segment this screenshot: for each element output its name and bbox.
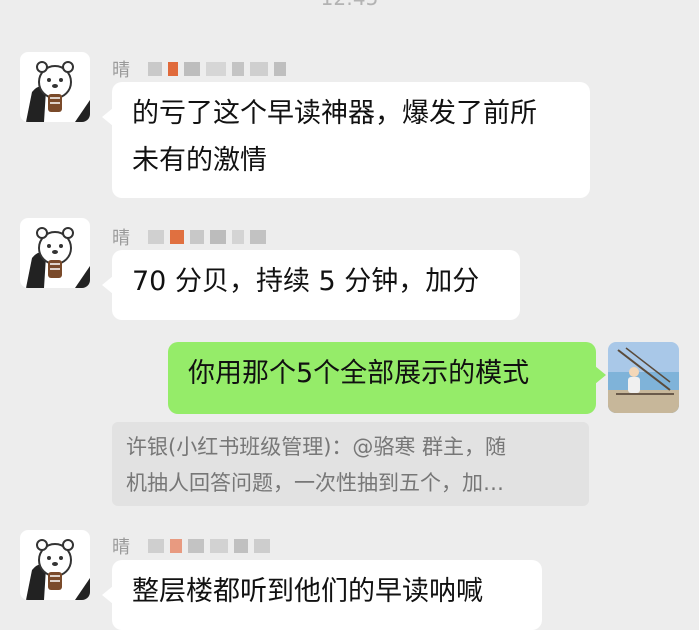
message-text-line: 未有的激情 — [132, 145, 267, 176]
message-text: 你用那个5个全部展示的模式 — [188, 358, 530, 389]
bear-avatar-icon[interactable] — [20, 52, 90, 122]
blur-block — [210, 230, 226, 244]
message-text: 整层楼都听到他们的早读呐喊 — [132, 576, 483, 607]
message-bubble[interactable]: 的亏了这个早读神器，爆发了前所 未有的激情 — [102, 82, 590, 198]
blur-block — [210, 539, 228, 553]
status-time: 12:45 — [0, 0, 699, 10]
blur-block — [170, 539, 182, 553]
blur-block — [190, 230, 204, 244]
sender-name-text: 晴 — [112, 537, 130, 558]
blur-block — [188, 539, 204, 553]
sender-name: 晴 — [112, 537, 270, 558]
blur-block — [184, 62, 200, 76]
bear-avatar-icon[interactable] — [20, 218, 90, 288]
blur-block — [148, 230, 164, 244]
blur-block — [234, 539, 248, 553]
message-text: 70 分贝，持续 5 分钟，加分 — [132, 266, 480, 297]
blur-block — [250, 62, 268, 76]
message-bubble[interactable]: 70 分贝，持续 5 分钟，加分 — [102, 250, 520, 320]
beach-photo-avatar-icon[interactable] — [608, 342, 679, 413]
quoted-message[interactable]: 许银(小红书班级管理)：@骆寒 群主，随 机抽人回答问题，一次性抽到五个，加… — [112, 422, 589, 506]
blur-block — [148, 62, 162, 76]
sender-name-text: 晴 — [112, 60, 130, 81]
blur-block — [206, 62, 226, 76]
blur-block — [168, 62, 178, 76]
blur-block — [250, 230, 266, 244]
blur-block — [170, 230, 184, 244]
quote-line: 许银(小红书班级管理)：@骆寒 群主，随 — [126, 435, 507, 459]
blur-block — [274, 62, 286, 76]
blur-block — [148, 539, 164, 553]
bear-avatar-icon[interactable] — [20, 530, 90, 600]
blur-block — [254, 539, 270, 553]
blur-block — [232, 230, 244, 244]
quote-line: 机抽人回答问题，一次性抽到五个，加… — [126, 471, 504, 495]
message-bubble-outgoing[interactable]: 你用那个5个全部展示的模式 — [168, 342, 606, 414]
sender-name: 晴 — [112, 228, 266, 249]
sender-name-text: 晴 — [112, 228, 130, 249]
blur-block — [232, 62, 244, 76]
sender-name: 晴 — [112, 60, 286, 81]
message-text-line: 的亏了这个早读神器，爆发了前所 — [132, 98, 537, 129]
